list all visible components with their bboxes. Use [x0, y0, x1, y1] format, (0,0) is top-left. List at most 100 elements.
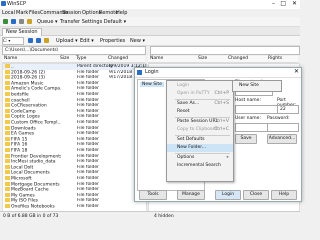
table-row[interactable]: Onefiles Notebooks File folder — [3, 204, 146, 210]
row-type: File folder — [77, 204, 100, 209]
folder-icon — [5, 148, 10, 152]
local-address-bar[interactable]: C:\Users\...\Documents\ — [2, 46, 146, 55]
folder-icon — [5, 125, 10, 130]
folder-icon — [5, 97, 10, 102]
manage-button[interactable]: Manage — [177, 190, 205, 200]
remote-column-headers: Name Size Changed Rights — [148, 56, 298, 63]
tab-new-session[interactable]: New Session — [2, 28, 42, 36]
help-button[interactable]: Help — [271, 190, 297, 200]
advanced-button[interactable]: Advanced... — [267, 134, 297, 144]
folder-icon — [5, 92, 10, 96]
col-name[interactable]: Name — [4, 56, 17, 61]
queue-button[interactable]: Queue ▾ — [37, 19, 58, 25]
menu-item-new-folder[interactable]: New Folder... — [167, 144, 233, 152]
menu-item-reset[interactable]: Reset — [167, 108, 233, 116]
drive-selector[interactable]: C: ▾ — [2, 37, 24, 45]
properties-label: Properties — [100, 38, 126, 44]
menu-item-open-putty[interactable]: Open in PuTTY Ctrl+P — [167, 90, 233, 98]
menu-item-open-putty-label: Open in PuTTY — [177, 91, 210, 96]
folder-icon — [5, 103, 10, 108]
menu-item-incremental-search[interactable]: Incremental Search — [167, 162, 233, 170]
compare-icon[interactable] — [11, 19, 16, 24]
menu-mark[interactable]: Mark — [16, 10, 28, 16]
folder-icon — [5, 80, 10, 85]
folder-icon — [5, 114, 10, 119]
menu-item-save-as-shortcut: Ctrl+S — [214, 101, 229, 106]
menu-help[interactable]: Help — [116, 10, 127, 16]
close-icon[interactable]: ✕ — [292, 0, 297, 7]
window-title: WinSCP — [7, 1, 27, 7]
menu-item-paste-url-label: Paste Session URL — [177, 119, 219, 124]
terminal-icon[interactable] — [19, 19, 24, 24]
login-icon — [137, 70, 142, 75]
transfer-settings[interactable]: Transfer Settings Default ▾ — [60, 19, 126, 25]
row-name: Onefiles Notebooks — [5, 204, 61, 210]
new-button[interactable]: New ▾ — [130, 38, 145, 44]
menu-item-options[interactable]: Options ▸ — [167, 154, 233, 162]
menu-item-copy-clipboard[interactable]: Copy to Clipboard Ctrl+C — [167, 126, 233, 134]
upload-button[interactable]: Upload ▾ — [56, 38, 78, 44]
transfer-settings-label: Transfer Settings — [60, 19, 103, 25]
remote-col-changed[interactable]: Changed — [228, 56, 248, 61]
menu-item-options-label: Options — [177, 155, 195, 160]
folder-icon — [5, 120, 10, 124]
menu-item-login-label: Login — [177, 83, 190, 88]
site-tree-new-site[interactable]: New Site — [140, 82, 164, 87]
submenu-new-site-label: New Site — [239, 83, 259, 88]
forward-icon[interactable] — [36, 38, 41, 43]
remote-col-name[interactable]: Name — [150, 56, 163, 61]
menu-item-reset-label: Reset — [177, 109, 190, 114]
host-input[interactable] — [235, 105, 279, 114]
properties-button[interactable]: Properties — [100, 38, 125, 44]
col-changed[interactable]: Changed — [108, 56, 128, 61]
queue-label: Queue — [37, 19, 54, 25]
menu-item-new-folder-label: New Folder... — [177, 145, 207, 150]
maximize-icon[interactable]: □ — [280, 0, 286, 7]
folder-icon — [5, 64, 10, 68]
dialog-title: Login — [145, 69, 159, 75]
password-input[interactable] — [267, 123, 299, 132]
edit-button[interactable]: Edit ▾ — [80, 38, 94, 44]
preferences-icon[interactable] — [27, 19, 32, 24]
tools-button[interactable]: Tools — [139, 190, 167, 200]
menu-item-login[interactable]: Login — [167, 82, 233, 90]
remote-address-bar[interactable] — [150, 46, 300, 55]
sync-icon[interactable] — [3, 19, 8, 24]
menu-item-incremental-search-label: Incremental Search — [177, 163, 221, 168]
submenu-arrow-icon: ▸ — [226, 155, 229, 160]
folder-icon — [5, 159, 10, 164]
menu-item-copy-clipboard-label: Copy to Clipboard — [177, 127, 218, 132]
remote-col-rights[interactable]: Rights — [268, 56, 282, 61]
user-input[interactable] — [235, 123, 269, 132]
menu-session[interactable]: Session — [62, 10, 81, 16]
login-button[interactable]: Login — [215, 190, 241, 200]
new-label: New — [130, 38, 141, 44]
remote-col-size[interactable]: Size — [198, 56, 207, 61]
menu-item-save-as[interactable]: Save As... Ctrl+S — [167, 100, 233, 108]
menu-item-paste-url-shortcut: Ctrl+V — [214, 119, 229, 124]
folder-icon — [5, 181, 10, 186]
port-input[interactable]: 22 — [277, 105, 299, 114]
folder-icon — [5, 153, 10, 158]
save-button[interactable]: Save — [235, 134, 257, 144]
menu-item-save-as-label: Save As... — [177, 101, 200, 106]
menu-local[interactable]: Local — [2, 10, 15, 16]
folder-icon — [5, 69, 10, 74]
folder-icon — [5, 108, 10, 113]
menu-item-paste-url[interactable]: Paste Session URL Ctrl+V — [167, 118, 233, 126]
col-type[interactable]: Type — [76, 56, 86, 61]
close-button[interactable]: Close — [243, 190, 269, 200]
row-name-text: Onefiles Notebooks — [11, 204, 55, 210]
menu-item-set-defaults[interactable]: Set Defaults — [167, 136, 233, 144]
col-size[interactable]: Size — [60, 56, 69, 61]
edit-label: Edit — [80, 38, 90, 44]
folder-icon — [5, 131, 10, 136]
status-right: 4 hidden — [154, 214, 174, 219]
parent-dir-icon[interactable] — [44, 38, 49, 43]
back-icon[interactable] — [28, 38, 33, 43]
dialog-close-icon[interactable]: ✕ — [294, 68, 299, 75]
folder-icon — [5, 204, 10, 208]
new-site-submenu[interactable]: New Site — [232, 80, 282, 92]
menu-files[interactable]: Files — [29, 10, 40, 16]
minimize-icon[interactable]: – — [272, 0, 275, 7]
